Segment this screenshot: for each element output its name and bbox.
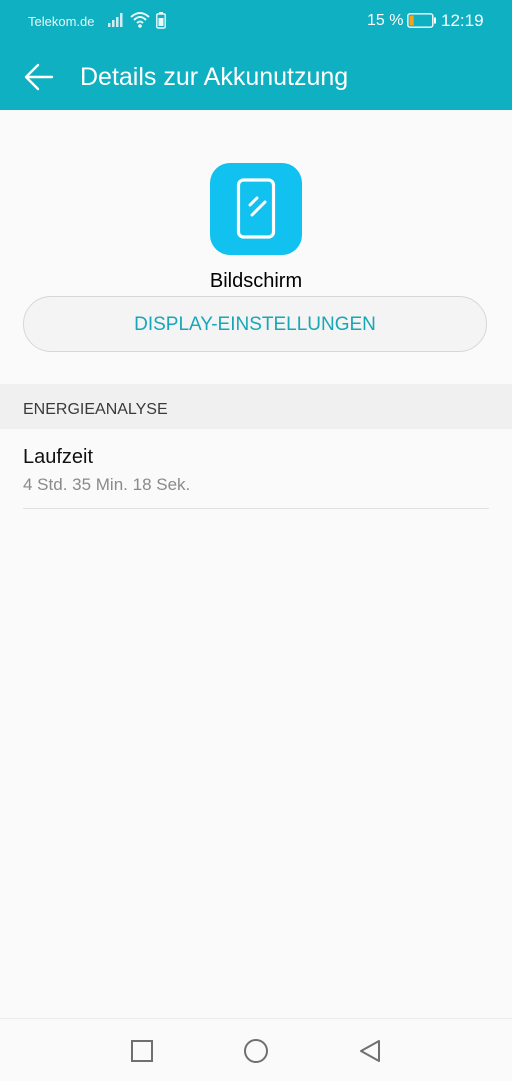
- clock: 12:19: [441, 11, 484, 30]
- carrier-name: Telekom.de: [28, 14, 95, 29]
- home-button[interactable]: [242, 1037, 270, 1065]
- status-bar: Telekom.de 15 % 12:19: [0, 0, 512, 44]
- energy-section-header: ENERGIEANALYSE: [0, 384, 512, 429]
- back-nav-button[interactable]: [356, 1037, 384, 1065]
- back-button[interactable]: [18, 56, 62, 100]
- square-icon: [131, 1040, 153, 1062]
- battery-small-icon: [156, 12, 166, 32]
- divider: [23, 508, 489, 509]
- triangle-back-icon: [360, 1040, 380, 1062]
- battery-icon: [407, 13, 437, 31]
- app-name: Bildschirm: [209, 270, 303, 292]
- arrow-left-icon: [24, 63, 54, 91]
- circle-icon: [244, 1039, 268, 1063]
- app-bar: Telekom.de 15 % 12:19 Details zur Akkunu…: [0, 0, 512, 110]
- recents-button[interactable]: [128, 1037, 156, 1065]
- display-settings-button[interactable]: DISPLAY-EINSTELLUNGEN: [23, 296, 487, 352]
- signal-icon: [108, 12, 126, 31]
- phone-screen-icon: [210, 163, 302, 255]
- page-title: Details zur Akkunutzung: [80, 63, 349, 91]
- runtime-label: Laufzeit: [23, 446, 94, 468]
- wifi-icon: [130, 11, 150, 32]
- section-title: ENERGIEANALYSE: [23, 401, 168, 418]
- navigation-bar: [0, 1018, 512, 1081]
- battery-percent: 15 %: [367, 12, 404, 29]
- runtime-value: 4 Std. 35 Min. 18 Sek.: [23, 475, 191, 494]
